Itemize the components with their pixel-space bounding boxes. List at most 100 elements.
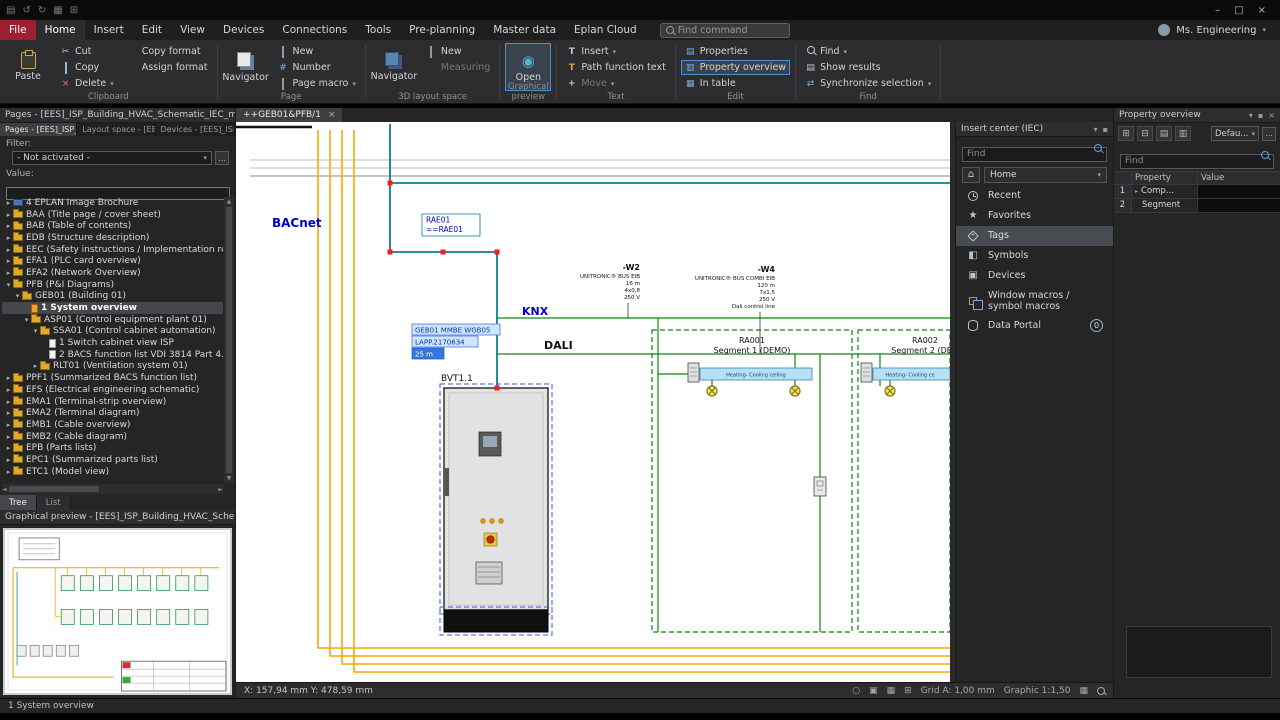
tree-item[interactable]: BAB (Table of contents): [2, 220, 223, 232]
scrollbar-thumb[interactable]: [9, 486, 99, 492]
menu-insert[interactable]: Insert: [85, 20, 133, 40]
scroll-up-icon[interactable]: [227, 198, 232, 205]
tree-item[interactable]: EFA2 (Network Overview): [2, 267, 223, 279]
column-view-icon[interactable]: [1175, 126, 1191, 141]
number-button[interactable]: Number: [274, 60, 360, 75]
tab-pages[interactable]: Pages - [EES]_ISP_...: [0, 123, 77, 136]
layout3d-navigator-button[interactable]: Navigator: [371, 43, 417, 91]
collapse-icon[interactable]: [13, 292, 22, 300]
new-layout-button[interactable]: New: [422, 44, 494, 59]
layer-icon[interactable]: [1079, 686, 1088, 696]
expand-icon[interactable]: [4, 456, 13, 464]
expand-icon[interactable]: [4, 222, 13, 230]
zoom-icon[interactable]: [1097, 687, 1105, 695]
quick-access-icon[interactable]: [53, 5, 62, 16]
list-view-icon[interactable]: [1156, 126, 1172, 141]
tree-item[interactable]: PFB (P&I Diagrams): [2, 279, 223, 291]
copy-button[interactable]: Copy: [56, 60, 118, 75]
collapse-all-icon[interactable]: [1137, 126, 1153, 141]
expand-icon[interactable]: [4, 468, 13, 476]
cut-button[interactable]: Cut: [56, 44, 118, 59]
tree-item-selected[interactable]: 1 System overview: [2, 302, 223, 314]
close-tab-icon[interactable]: [328, 110, 336, 120]
paste-button[interactable]: Paste: [5, 43, 51, 91]
tree-item[interactable]: EFA1 (PLC card overview): [2, 255, 223, 267]
insert-center-item-symbols[interactable]: Symbols: [956, 246, 1113, 266]
snap-toggle-icon[interactable]: [869, 686, 878, 696]
pin-icon[interactable]: [1103, 125, 1108, 134]
tab-layout-space[interactable]: Layout space - [EE...: [77, 123, 155, 136]
home-icon[interactable]: [962, 167, 980, 183]
control-cabinet[interactable]: [440, 384, 552, 635]
tree-item[interactable]: EMA1 (Terminal-strip overview): [2, 396, 223, 408]
show-results-button[interactable]: Show results: [801, 60, 935, 75]
delete-button[interactable]: Delete: [56, 76, 118, 91]
tree-item[interactable]: ASP01 (Control equipment plant 01): [2, 314, 223, 326]
expand-icon[interactable]: [4, 386, 13, 394]
measuring-button[interactable]: Measuring: [422, 60, 494, 75]
property-row[interactable]: 2 Segment: [1114, 199, 1280, 213]
page-navigator-button[interactable]: Navigator: [223, 43, 269, 91]
minimize-icon[interactable]: [1215, 5, 1220, 16]
menu-pre-planning[interactable]: Pre-planning: [400, 20, 484, 40]
close-panel-icon[interactable]: [1268, 111, 1275, 120]
filter-more-button[interactable]: ...: [215, 151, 229, 165]
insert-center-item-tags[interactable]: Tags: [956, 226, 1113, 246]
tree-item[interactable]: EMB2 (Cable diagram): [2, 431, 223, 443]
property-overview-button[interactable]: Property overview: [681, 60, 790, 75]
menu-tools[interactable]: Tools: [356, 20, 400, 40]
insert-center-find-input[interactable]: [962, 147, 1107, 162]
copy-format-button[interactable]: Copy format: [123, 44, 212, 59]
insert-center-item-devices[interactable]: Devices: [956, 266, 1113, 286]
undo-icon[interactable]: [22, 5, 30, 16]
user-menu[interactable]: Ms. Engineering: [1158, 20, 1266, 40]
quick-access-icon[interactable]: [70, 5, 78, 16]
tree-item[interactable]: ETC1 (Model view): [2, 466, 223, 478]
scheme-select[interactable]: Defau...: [1211, 126, 1259, 141]
new-page-button[interactable]: New: [274, 44, 360, 59]
tree-vertical-scrollbar[interactable]: [224, 197, 234, 483]
tab-devices[interactable]: Devices - [EES]_ISP...: [156, 123, 236, 136]
expand-icon[interactable]: [4, 409, 13, 417]
tree-item[interactable]: EDB (Structure description): [2, 232, 223, 244]
tree-item[interactable]: GEB01 (Building 01): [2, 291, 223, 303]
expand-icon[interactable]: [1135, 188, 1138, 195]
properties-button[interactable]: Properties: [681, 44, 790, 59]
scrollbar-thumb[interactable]: [226, 207, 232, 473]
collapse-icon[interactable]: [4, 281, 13, 289]
assign-format-button[interactable]: Assign format: [123, 60, 212, 75]
filter-select[interactable]: - Not activated -: [12, 151, 212, 165]
expand-icon[interactable]: [4, 444, 13, 452]
insert-center-item-window-macros[interactable]: Window macros / symbol macros: [956, 286, 1113, 316]
insert-center-item-recent[interactable]: Recent: [956, 186, 1113, 206]
collapse-icon[interactable]: [31, 327, 40, 335]
scroll-left-icon[interactable]: [2, 486, 7, 493]
panel-menu-icon[interactable]: [1249, 111, 1253, 120]
tree-item[interactable]: EFS (Electrical engineering schematic): [2, 384, 223, 396]
in-table-button[interactable]: In table: [681, 76, 790, 91]
schematic-canvas[interactable]: Heating- Cooling ceiling Heating- Coolin…: [236, 122, 950, 682]
expand-all-icon[interactable]: [1118, 126, 1134, 141]
tab-list[interactable]: List: [37, 495, 71, 510]
save-icon[interactable]: [6, 5, 15, 16]
bus-device-1[interactable]: [688, 363, 699, 382]
breadcrumb[interactable]: Home: [984, 167, 1107, 183]
expand-icon[interactable]: [4, 421, 13, 429]
tab-tree[interactable]: Tree: [0, 495, 37, 510]
property-comment-box[interactable]: [1126, 626, 1272, 678]
scroll-down-icon[interactable]: [227, 475, 232, 482]
expand-icon[interactable]: [4, 433, 13, 441]
tree-horizontal-scrollbar[interactable]: [2, 484, 223, 494]
property-find-input[interactable]: [1120, 154, 1274, 169]
tree-item[interactable]: 2 BACS function list VDI 3814 Part 4.3: [2, 349, 223, 361]
find-command-box[interactable]: [660, 23, 790, 38]
insert-center-item-favorites[interactable]: Favorites: [956, 206, 1113, 226]
tree-item[interactable]: EPB (Parts lists): [2, 442, 223, 454]
synchronize-selection-button[interactable]: Synchronize selection: [801, 76, 935, 91]
menu-file[interactable]: File: [0, 20, 36, 40]
tree-item[interactable]: 4 EPLAN Image Brochure: [2, 197, 223, 209]
move-button[interactable]: Move: [562, 76, 669, 91]
insert-center-item-data-portal[interactable]: Data Portal0: [956, 316, 1113, 336]
find-command-input[interactable]: [678, 25, 778, 36]
menu-devices[interactable]: Devices: [214, 20, 273, 40]
